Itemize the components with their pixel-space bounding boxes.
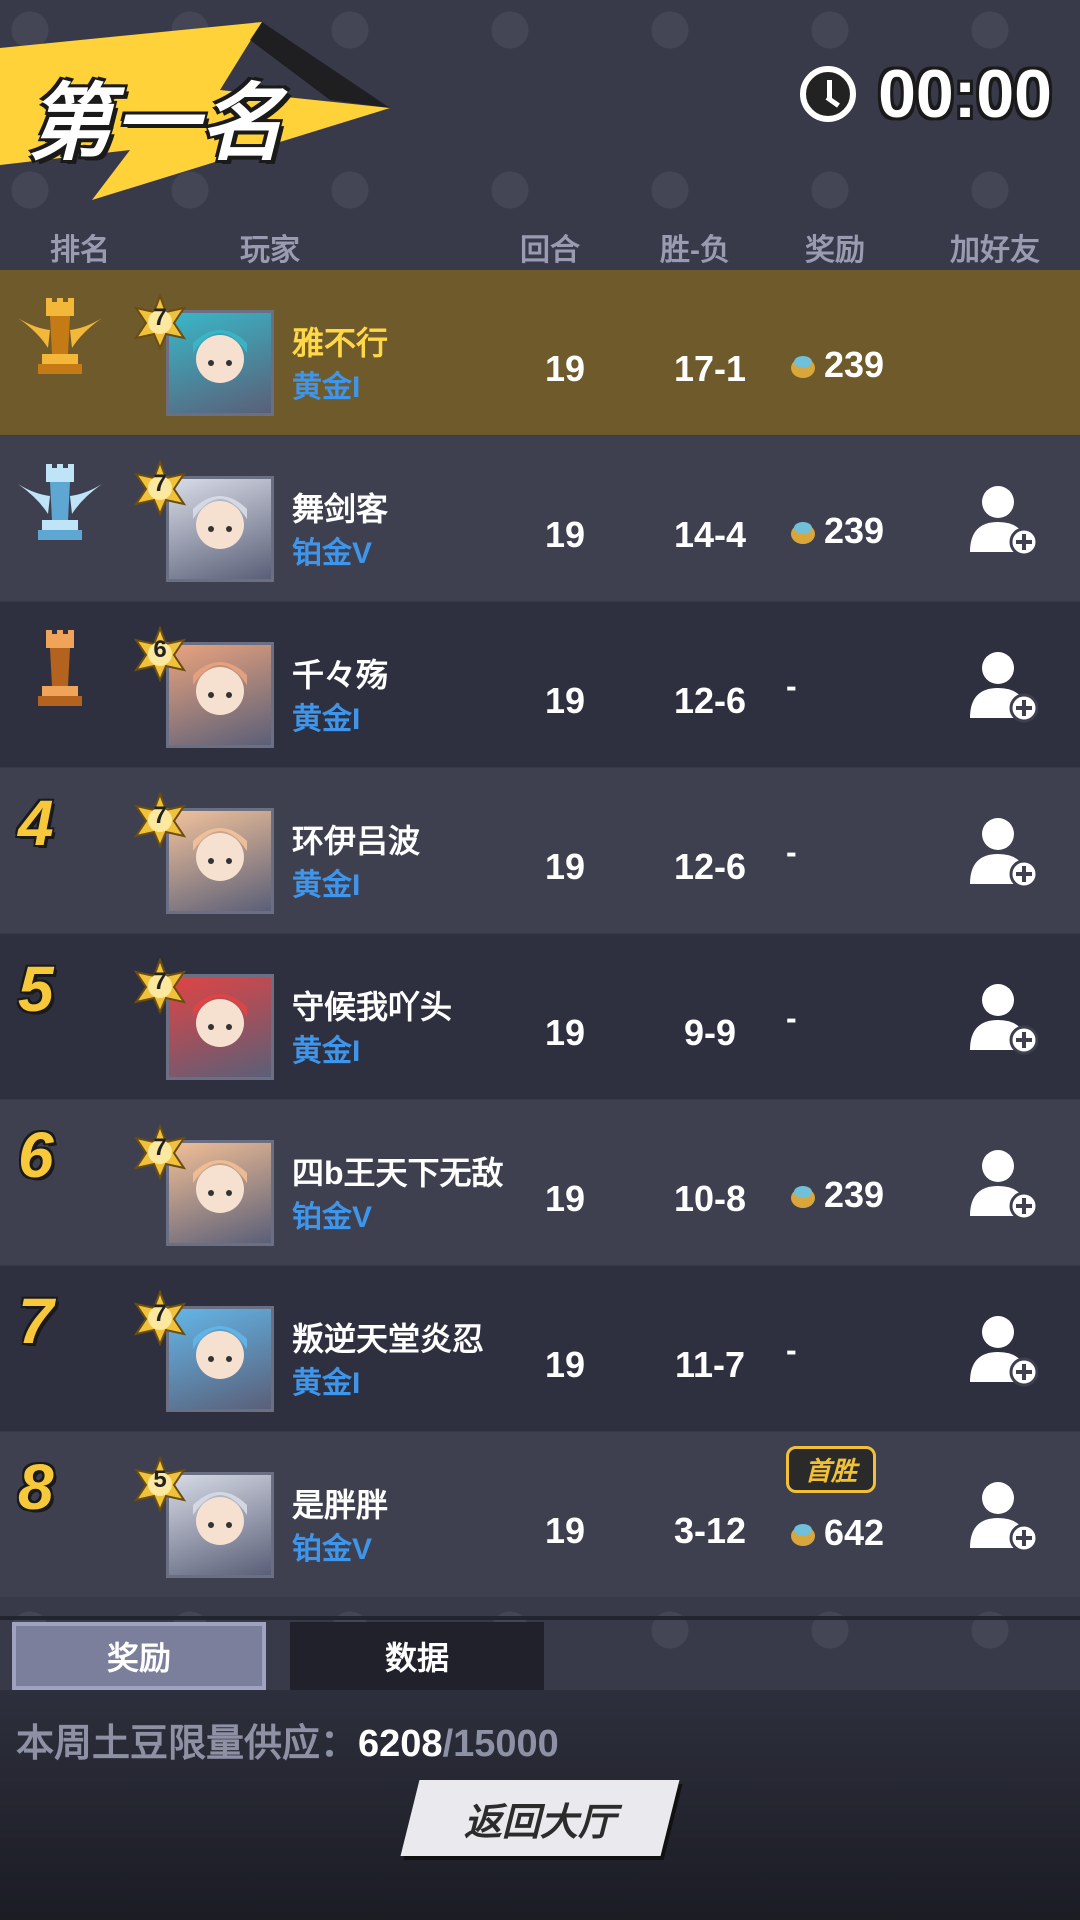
rank-number: 8 xyxy=(18,1451,54,1523)
reward: 642 xyxy=(788,1512,884,1554)
reward: 239 xyxy=(788,1174,884,1216)
reward-value: 239 xyxy=(824,344,885,385)
column-header-player: 玩家 xyxy=(240,234,300,267)
rounds-value: 19 xyxy=(544,1344,586,1385)
player-tier: 黄金I xyxy=(292,703,361,736)
player-name: 叛逆天堂炎忍 xyxy=(292,1321,485,1357)
tab-reward[interactable]: 奖励 xyxy=(12,1622,266,1690)
supply-label: 本周土豆限量供应： xyxy=(16,1723,359,1765)
timer-value: 00:00 xyxy=(878,56,1052,132)
player-tier: 黄金I xyxy=(292,1035,361,1068)
reward-value: - xyxy=(786,1332,797,1368)
player-tier: 黄金I xyxy=(292,869,361,902)
player-level: 7 xyxy=(153,470,167,497)
rounds-value: 19 xyxy=(544,348,586,389)
add-friend-icon[interactable] xyxy=(968,648,1038,724)
column-header-add-friend: 加好友 xyxy=(950,234,1040,267)
win-loss-value: 12-6 xyxy=(673,680,747,721)
rank-number: 6 xyxy=(18,1119,54,1191)
table-row: 6 千々殇黄金I 19 12-6 - xyxy=(0,602,1080,767)
player-level: 7 xyxy=(153,968,167,995)
player-name: 环伊吕波 xyxy=(292,823,421,859)
player-name: 舞剑客 xyxy=(292,491,389,527)
silver-trophy-icon xyxy=(18,464,102,540)
player-level: 6 xyxy=(153,636,167,663)
player-tier: 黄金I xyxy=(292,1367,361,1400)
player-name: 雅不行 xyxy=(292,325,389,361)
table-row: 6 7 四b王天下无敌 铂金V 19 10-8 239 xyxy=(0,1100,1080,1265)
clock-icon xyxy=(800,66,857,122)
add-friend-icon[interactable] xyxy=(968,1478,1038,1554)
player-tier: 铂金V xyxy=(292,1533,373,1566)
player-name: 守候我吖头 xyxy=(292,989,453,1025)
add-friend-icon[interactable] xyxy=(968,1312,1038,1388)
reward-value: 239 xyxy=(824,1174,885,1215)
reward: 239 xyxy=(788,344,884,386)
win-loss-value: 14-4 xyxy=(673,514,747,555)
table-row: 4 7 环伊吕波黄金I 19 12-6 - xyxy=(0,768,1080,933)
divider xyxy=(0,1616,1080,1620)
player-level: 7 xyxy=(153,1300,167,1327)
table-row: 7 舞剑客铂金V 19 14-4 239 xyxy=(0,436,1080,601)
rank-number: 7 xyxy=(18,1285,54,1357)
reward-value: - xyxy=(786,1000,797,1036)
table-row: 8 5 是胖胖铂金V 19 3-12 首胜 642 xyxy=(0,1432,1080,1597)
win-loss-value: 12-6 xyxy=(673,846,747,887)
rounds-value: 19 xyxy=(544,846,586,887)
player-name: 是胖胖 xyxy=(292,1487,389,1523)
column-header-rank: 排名 xyxy=(50,234,110,267)
potato-coin-icon xyxy=(791,522,815,544)
rounds-value: 19 xyxy=(544,680,586,721)
rank-number: 5 xyxy=(18,953,54,1025)
player-tier: 铂金V xyxy=(292,537,373,570)
player-level: 7 xyxy=(153,1134,167,1161)
table-row: 7 雅不行黄金I 19 17-1 239 xyxy=(0,270,1080,435)
supply-total: /15000 xyxy=(442,1723,559,1765)
player-level: 7 xyxy=(153,304,167,331)
player-name: 四b王天下无敌 xyxy=(292,1155,504,1191)
player-tier: 铂金V xyxy=(292,1201,373,1234)
reward: 239 xyxy=(788,510,884,552)
rounds-value: 19 xyxy=(544,1012,586,1053)
add-friend-icon[interactable] xyxy=(968,1146,1038,1222)
rounds-value: 19 xyxy=(544,514,586,555)
first-win-badge: 首胜 xyxy=(786,1446,877,1493)
add-friend-icon[interactable] xyxy=(968,814,1038,890)
gold-trophy-icon xyxy=(18,298,102,374)
potato-coin-icon xyxy=(791,1524,815,1546)
win-loss-value: 11-7 xyxy=(674,1344,746,1385)
add-friend-icon[interactable] xyxy=(968,482,1038,558)
column-header-rounds: 回合 xyxy=(520,234,580,267)
player-tier: 黄金I xyxy=(292,371,361,404)
add-friend-icon[interactable] xyxy=(968,980,1038,1056)
reward-value: 642 xyxy=(824,1512,885,1553)
weekly-supply: 本周土豆限量供应：6208/15000 xyxy=(16,1712,559,1767)
rounds-value: 19 xyxy=(544,1510,586,1551)
win-loss-value: 3-12 xyxy=(673,1510,747,1551)
column-header-win-loss: 胜-负 xyxy=(660,234,730,267)
tab-data[interactable]: 数据 xyxy=(290,1622,544,1690)
potato-coin-icon xyxy=(791,356,815,378)
bronze-trophy-icon xyxy=(38,630,82,706)
page-title: 第一名 xyxy=(28,76,287,170)
win-loss-value: 17-1 xyxy=(673,348,747,389)
player-level: 5 xyxy=(153,1466,167,1493)
rank-number: 4 xyxy=(18,787,54,859)
supply-current: 6208 xyxy=(358,1723,443,1765)
table-row: 5 7 守候我吖头黄金I 19 9-9 - xyxy=(0,934,1080,1099)
reward-value: - xyxy=(786,668,797,704)
win-loss-value: 10-8 xyxy=(673,1178,747,1219)
player-name: 千々殇 xyxy=(292,657,389,693)
reward-value: 239 xyxy=(824,510,885,551)
timer: 00:00 xyxy=(800,55,1052,133)
rounds-value: 19 xyxy=(544,1178,586,1219)
reward-value: - xyxy=(786,834,797,870)
back-to-lobby-button[interactable]: 返回大厅 xyxy=(410,1780,670,1856)
win-loss-value: 9-9 xyxy=(683,1012,737,1053)
table-row: 7 7 叛逆天堂炎忍 黄金I 19 11-7 - xyxy=(0,1266,1080,1431)
player-level: 7 xyxy=(153,802,167,829)
column-header-reward: 奖励 xyxy=(805,234,865,267)
potato-coin-icon xyxy=(791,1186,815,1208)
